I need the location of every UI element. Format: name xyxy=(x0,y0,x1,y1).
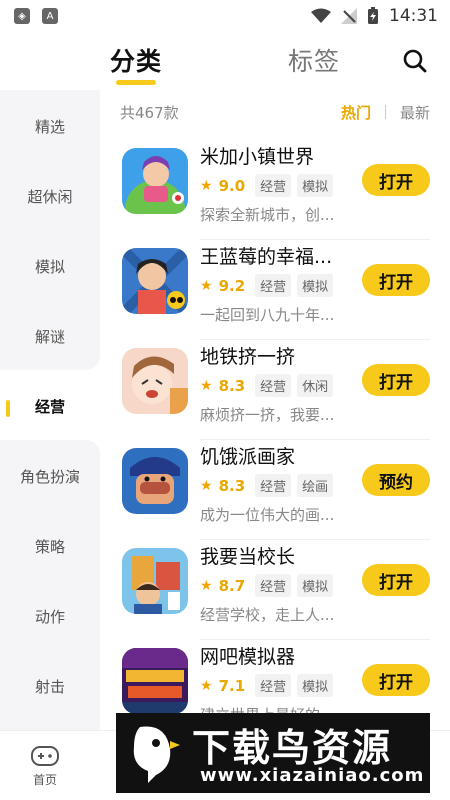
sort-hot-button[interactable]: 热门 xyxy=(341,102,371,123)
tab-category[interactable]: 分类 xyxy=(110,42,162,85)
sidebar-item-hypercasual[interactable]: 超休闲 xyxy=(0,186,100,207)
shield-icon: ◈ xyxy=(14,8,30,24)
nav-home-label: 首页 xyxy=(32,773,57,787)
wifi-icon xyxy=(311,8,331,23)
game-tag: 模拟 xyxy=(297,274,334,297)
game-desc: 成为一位伟大的画... xyxy=(200,506,335,524)
game-icon-subway[interactable] xyxy=(122,348,188,414)
game-name[interactable]: 米加小镇世界 xyxy=(200,142,350,169)
game-rating: 9.2 xyxy=(218,276,246,295)
game-rating: 8.7 xyxy=(218,576,246,595)
game-tag: 经营 xyxy=(255,374,292,397)
star-icon: ★ xyxy=(200,377,213,394)
sidebar-item-rpg[interactable]: 角色扮演 xyxy=(0,466,100,487)
game-tag: 休闲 xyxy=(297,374,334,397)
sidebar-item-management[interactable]: 经营 xyxy=(0,396,100,417)
search-icon[interactable] xyxy=(402,48,428,74)
reserve-button[interactable]: 预约 xyxy=(362,464,430,496)
game-icon-miga[interactable] xyxy=(122,148,188,214)
game-rating: 8.3 xyxy=(218,476,246,495)
status-time: 14:31 xyxy=(389,6,438,26)
sidebar-item-strategy[interactable]: 策略 xyxy=(0,536,100,557)
game-tag: 经营 xyxy=(255,474,292,497)
signal-off-icon xyxy=(341,8,357,24)
game-name[interactable]: 王蓝莓的幸福... xyxy=(200,242,350,269)
game-rating: 8.3 xyxy=(218,376,246,395)
watermark-url: www.xiazainiao.com xyxy=(200,765,425,786)
nav-home[interactable]: 首页 xyxy=(20,745,70,788)
game-name[interactable]: 地铁挤一挤 xyxy=(200,342,350,369)
game-meta: ★ 9.2 经营 模拟 xyxy=(200,274,334,297)
game-count: 共467款 xyxy=(120,103,179,122)
gamepad-icon xyxy=(31,746,59,766)
game-tag: 经营 xyxy=(255,674,292,697)
game-row[interactable]: 地铁挤一挤 ★ 8.3 经营 休闲 麻烦挤一挤，我要... 打开 xyxy=(120,340,430,440)
game-tag: 经营 xyxy=(255,574,292,597)
game-icon-principal[interactable] xyxy=(122,548,188,614)
game-row[interactable]: 饥饿派画家 ★ 8.3 经营 绘画 成为一位伟大的画... 预约 xyxy=(120,440,430,540)
category-sidebar: 精选 超休闲 模拟 解谜 经营 角色扮演 策略 动作 射击 xyxy=(0,90,100,730)
game-name[interactable]: 饥饿派画家 xyxy=(200,442,350,469)
game-row[interactable]: 王蓝莓的幸福... ★ 9.2 经营 模拟 一起回到八九十年... 打开 xyxy=(120,240,430,340)
game-meta: ★ 7.1 经营 模拟 xyxy=(200,674,334,697)
game-name[interactable]: 网吧模拟器 xyxy=(200,642,350,669)
game-meta: ★ 8.7 经营 模拟 xyxy=(200,574,334,597)
bird-logo-icon xyxy=(133,726,180,783)
sidebar-item-puzzle[interactable]: 解谜 xyxy=(0,326,100,347)
game-name[interactable]: 我要当校长 xyxy=(200,542,350,569)
star-icon: ★ xyxy=(200,177,213,194)
open-button[interactable]: 打开 xyxy=(362,264,430,296)
star-icon: ★ xyxy=(200,277,213,294)
game-desc: 经营学校，走上人... xyxy=(200,606,335,624)
open-button[interactable]: 打开 xyxy=(362,164,430,196)
watermark-title: 下载鸟资源 xyxy=(192,726,393,770)
game-desc: 麻烦挤一挤，我要... xyxy=(200,406,335,424)
game-tag: 经营 xyxy=(255,274,292,297)
game-icon-internet-cafe[interactable] xyxy=(122,648,188,714)
game-rating: 7.1 xyxy=(218,676,246,695)
top-tab-bar: 分类 标签 xyxy=(0,32,450,90)
sidebar-item-action[interactable]: 动作 xyxy=(0,606,100,627)
open-button[interactable]: 打开 xyxy=(362,664,430,696)
battery-icon xyxy=(368,7,378,24)
game-tag: 模拟 xyxy=(297,574,334,597)
game-tag: 经营 xyxy=(255,174,292,197)
watermark-banner: 下载鸟资源 www.xiazainiao.com xyxy=(116,713,430,793)
game-list-panel: 共467款 热门 最新 米加小镇世界 ★ 9.0 经营 模拟 探索全新城市，创.… xyxy=(120,90,450,724)
tab-tags[interactable]: 标签 xyxy=(288,42,340,78)
game-tag: 绘画 xyxy=(297,474,334,497)
game-desc: 探索全新城市，创... xyxy=(200,206,335,224)
sort-new-button[interactable]: 最新 xyxy=(400,102,430,123)
game-tag: 模拟 xyxy=(297,674,334,697)
game-icon-hungry-painter[interactable] xyxy=(122,448,188,514)
list-header: 共467款 热门 最新 xyxy=(120,90,450,134)
sort-divider xyxy=(384,105,386,119)
game-rating: 9.0 xyxy=(218,176,246,195)
game-meta: ★ 8.3 经营 休闲 xyxy=(200,374,334,397)
game-desc: 一起回到八九十年... xyxy=(200,306,335,324)
star-icon: ★ xyxy=(200,677,213,694)
sidebar-item-shooter[interactable]: 射击 xyxy=(0,676,100,697)
game-icon-wang-lanmei[interactable] xyxy=(122,248,188,314)
sidebar-item-simulation[interactable]: 模拟 xyxy=(0,256,100,277)
open-button[interactable]: 打开 xyxy=(362,364,430,396)
sidebar-item-featured[interactable]: 精选 xyxy=(0,116,100,137)
game-meta: ★ 8.3 经营 绘画 xyxy=(200,474,334,497)
star-icon: ★ xyxy=(200,577,213,594)
open-button[interactable]: 打开 xyxy=(362,564,430,596)
star-icon: ★ xyxy=(200,477,213,494)
game-meta: ★ 9.0 经营 模拟 xyxy=(200,174,334,197)
status-bar: ◈ A 14:31 xyxy=(0,0,450,32)
game-tag: 模拟 xyxy=(297,174,334,197)
game-row[interactable]: 米加小镇世界 ★ 9.0 经营 模拟 探索全新城市，创... 打开 xyxy=(120,140,430,240)
game-row[interactable]: 我要当校长 ★ 8.7 经营 模拟 经营学校，走上人... 打开 xyxy=(120,540,430,640)
app-a-icon: A xyxy=(42,8,58,24)
